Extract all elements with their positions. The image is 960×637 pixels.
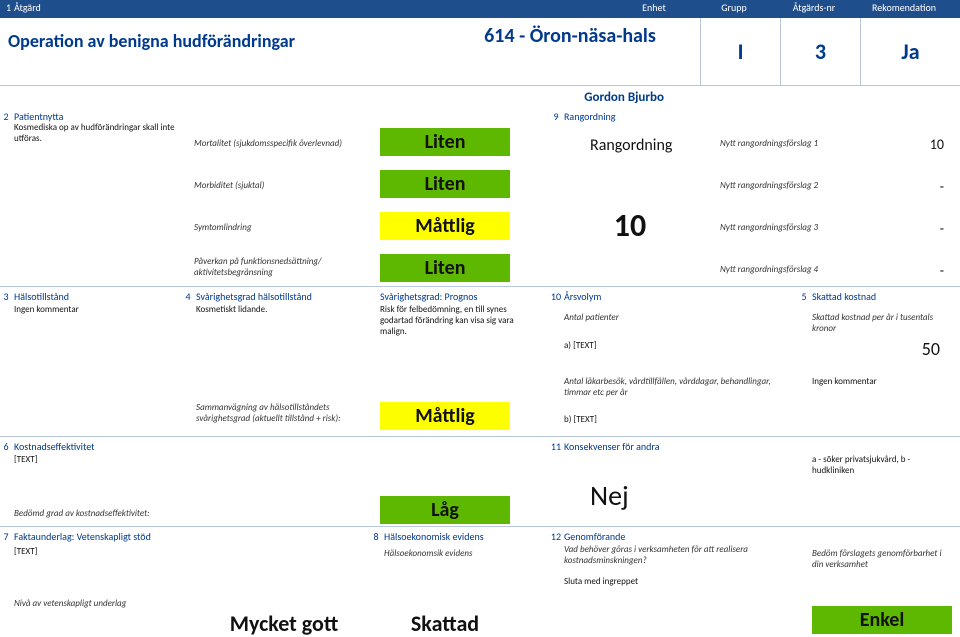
sec2-num: 2 (0, 110, 12, 123)
sec7-d: [TEXT] (14, 546, 37, 557)
header-num: 1 (6, 1, 14, 14)
sec12-num: 12 (550, 530, 562, 543)
r2v: - (940, 178, 944, 195)
sec8-num: 8 (370, 530, 382, 543)
sec4-desc: Kosmetiskt lidande. (196, 304, 267, 315)
department: 614 - Öron-näsa-hals (440, 18, 700, 85)
ant-pat: Antal patienter (564, 312, 619, 323)
mort-label: Mortalitet (sjukdomsspecifik överlevnad) (194, 138, 374, 149)
operation-title: Operation av benigna hudförändringar (0, 18, 440, 85)
sec9-title: Rangordning (564, 110, 616, 123)
sec7-title: Faktaunderlag: Vetenskapligt stöd (14, 530, 151, 543)
sec8-val: Skattad (380, 610, 510, 637)
sec10-title: Årsvolym (564, 290, 601, 303)
nej: Nej (590, 478, 629, 513)
rec-box: Ja (860, 18, 960, 85)
title-row: Operation av benigna hudförändringar 614… (0, 18, 960, 86)
progn-desc: Risk för felbedömning, en till synes god… (380, 304, 540, 337)
nr-box: 3 (780, 18, 860, 85)
sec12-title: Genomförande (564, 530, 625, 543)
r3: Nytt rangordningsförslag 3 (720, 222, 818, 233)
group-box: I (700, 18, 780, 85)
header-col-nr: Åtgärds-nr (774, 1, 854, 14)
sec3-num: 3 (0, 290, 12, 303)
sec2-desc: Kosmediska op av hudförändringar skall i… (14, 122, 184, 144)
sec4-title: Svårighetsgrad hälsotillstånd (196, 290, 312, 303)
symt-val: Måttlig (380, 212, 510, 240)
sec12-r: Bedöm förslagets genomförbarhet i din ve… (812, 548, 952, 570)
header-col-grupp: Grupp (694, 1, 774, 14)
funk-label: Påverkan på funktionsnedsättning/ aktivi… (194, 256, 374, 278)
r1v: 10 (930, 136, 944, 153)
funk-val: Liten (380, 254, 510, 282)
ing-komm: Ingen kommentar (812, 376, 877, 387)
sec12-val: Enkel (812, 606, 952, 634)
morb-label: Morbiditet (sjuktal) (194, 180, 374, 191)
r3v: - (940, 220, 944, 237)
sec8-title: Hälsoekonomisk evidens (384, 530, 484, 543)
sk-val: 50 (922, 338, 940, 360)
progn-title: Svårighetsgrad: Prognos (380, 290, 477, 303)
sam-label: Sammanvägning av hälsotillståndets svåri… (196, 402, 376, 424)
sec6-title: Kostnadseffektivitet (14, 440, 95, 453)
r4v: - (940, 262, 944, 279)
rang-label: Rangordning (590, 136, 672, 155)
a-text: a) [TEXT] (564, 340, 596, 351)
sec3-title: Hälsotillstånd (14, 290, 69, 303)
sec8-sub: Hälsoekonomsik evidens (384, 548, 473, 559)
sam-val: Måttlig (380, 402, 510, 430)
sec5-title: Skattad kostnad (812, 290, 876, 303)
sec6-desc: [TEXT] (14, 454, 37, 465)
morb-val: Liten (380, 170, 510, 198)
r4: Nytt rangordningsförslag 4 (720, 264, 818, 275)
sec12-a: Sluta med ingreppet (564, 576, 638, 587)
r1: Nytt rangordningsförslag 1 (720, 138, 818, 149)
niva: Nivå av vetenskapligt underlag (14, 598, 126, 609)
sec7-val: Mycket gott (194, 610, 374, 637)
lak-text: Antal läkarbesök, vårdtillfällen, vårdda… (564, 376, 794, 398)
header-col-enhet: Enhet (614, 1, 694, 14)
rang-big: 10 (580, 206, 680, 245)
ke-val: Låg (380, 496, 510, 524)
sec11-title: Konsekvenser för andra (564, 440, 660, 453)
konsek-r: a - söker privatsjukvård, b - hudklinike… (812, 454, 952, 476)
sec9-num: 9 (550, 110, 562, 123)
sk-label: Skattad kostnad per år i tusentals krono… (812, 312, 952, 334)
sec7-num: 7 (0, 530, 12, 543)
symt-label: Symtomlindring (194, 222, 374, 233)
bedomd: Bedömd grad av kostnadseffektivitet: (14, 508, 150, 519)
mort-val: Liten (380, 128, 510, 156)
sec11-num: 11 (550, 440, 562, 453)
sec5-num: 5 (798, 290, 810, 303)
sec4-num: 4 (182, 290, 194, 303)
header-col-rek: Rekomendation (854, 1, 954, 14)
sec3-desc: Ingen kommentar (14, 304, 79, 315)
header-col-atgard: Åtgärd (14, 1, 614, 14)
sec12-q: Vad behöver göras i verksamheten för att… (564, 544, 784, 566)
r2: Nytt rangordningsförslag 2 (720, 180, 818, 191)
header-bar: 1 Åtgärd Enhet Grupp Åtgärds-nr Rekomend… (0, 0, 960, 18)
sec6-num: 6 (0, 440, 12, 453)
sec10-num: 10 (550, 290, 562, 303)
b-text: b) [TEXT] (564, 414, 597, 425)
